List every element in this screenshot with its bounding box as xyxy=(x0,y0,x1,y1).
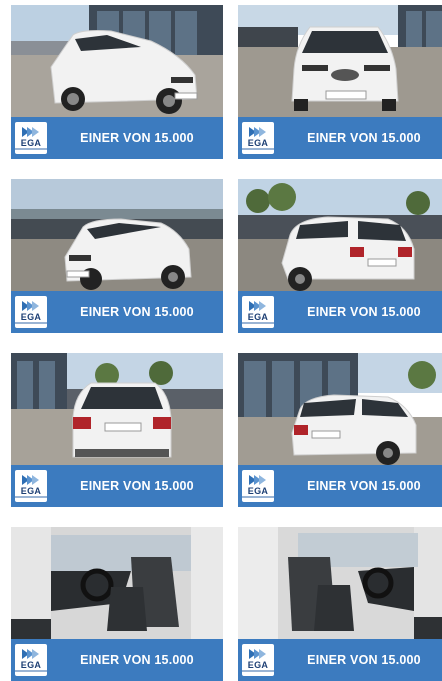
gallery-tile-5[interactable]: EGA EINER VON 15.000 xyxy=(11,353,223,507)
gallery-tile-4[interactable]: EGA EINER VON 15.000 xyxy=(238,179,442,333)
promo-banner-text: EINER VON 15.000 xyxy=(307,653,421,667)
promo-banner-text: EINER VON 15.000 xyxy=(80,479,194,493)
promo-banner: EGA EINER VON 15.000 xyxy=(238,639,442,681)
promo-banner: EGA EINER VON 15.000 xyxy=(11,291,223,333)
ega-logo-icon: EGA xyxy=(242,470,274,502)
car-photo-front xyxy=(238,5,442,117)
logo-label: EGA xyxy=(20,486,42,496)
ega-logo-icon: EGA xyxy=(15,644,47,676)
car-photo-rear-right xyxy=(238,353,442,465)
car-photo-gallery: EGA EINER VON 15.000 EGA EINER VON 15.00… xyxy=(0,0,442,681)
ega-logo-icon: EGA xyxy=(242,296,274,328)
promo-banner: EGA EINER VON 15.000 xyxy=(238,291,442,333)
ega-logo-icon: EGA xyxy=(15,470,47,502)
logo-label: EGA xyxy=(247,486,269,496)
gallery-tile-3[interactable]: EGA EINER VON 15.000 xyxy=(11,179,223,333)
ega-logo-icon: EGA xyxy=(15,296,47,328)
car-photo-front-left-lot xyxy=(11,179,223,291)
car-photo-interior-right xyxy=(238,527,442,639)
promo-banner-text: EINER VON 15.000 xyxy=(307,479,421,493)
logo-label: EGA xyxy=(247,312,269,322)
logo-label: EGA xyxy=(20,138,42,148)
promo-banner: EGA EINER VON 15.000 xyxy=(11,117,223,159)
promo-banner-text: EINER VON 15.000 xyxy=(80,305,194,319)
promo-banner-text: EINER VON 15.000 xyxy=(307,131,421,145)
ega-logo-icon: EGA xyxy=(15,122,47,154)
logo-label: EGA xyxy=(247,138,269,148)
ega-logo-icon: EGA xyxy=(242,644,274,676)
promo-banner-text: EINER VON 15.000 xyxy=(80,131,194,145)
ega-logo-icon: EGA xyxy=(242,122,274,154)
logo-label: EGA xyxy=(20,660,42,670)
car-photo-rear-left xyxy=(238,179,442,291)
car-photo-rear xyxy=(11,353,223,465)
promo-banner: EGA EINER VON 15.000 xyxy=(238,117,442,159)
logo-label: EGA xyxy=(20,312,42,322)
promo-banner: EGA EINER VON 15.000 xyxy=(238,465,442,507)
promo-banner-text: EINER VON 15.000 xyxy=(307,305,421,319)
gallery-tile-8[interactable]: EGA EINER VON 15.000 xyxy=(238,527,442,681)
promo-banner: EGA EINER VON 15.000 xyxy=(11,465,223,507)
gallery-tile-6[interactable]: EGA EINER VON 15.000 xyxy=(238,353,442,507)
promo-banner: EGA EINER VON 15.000 xyxy=(11,639,223,681)
car-photo-front-left xyxy=(11,5,223,117)
gallery-tile-7[interactable]: EGA EINER VON 15.000 xyxy=(11,527,223,681)
gallery-tile-2[interactable]: EGA EINER VON 15.000 xyxy=(238,5,442,159)
logo-label: EGA xyxy=(247,660,269,670)
car-photo-interior-left xyxy=(11,527,223,639)
gallery-tile-1[interactable]: EGA EINER VON 15.000 xyxy=(11,5,223,159)
promo-banner-text: EINER VON 15.000 xyxy=(80,653,194,667)
